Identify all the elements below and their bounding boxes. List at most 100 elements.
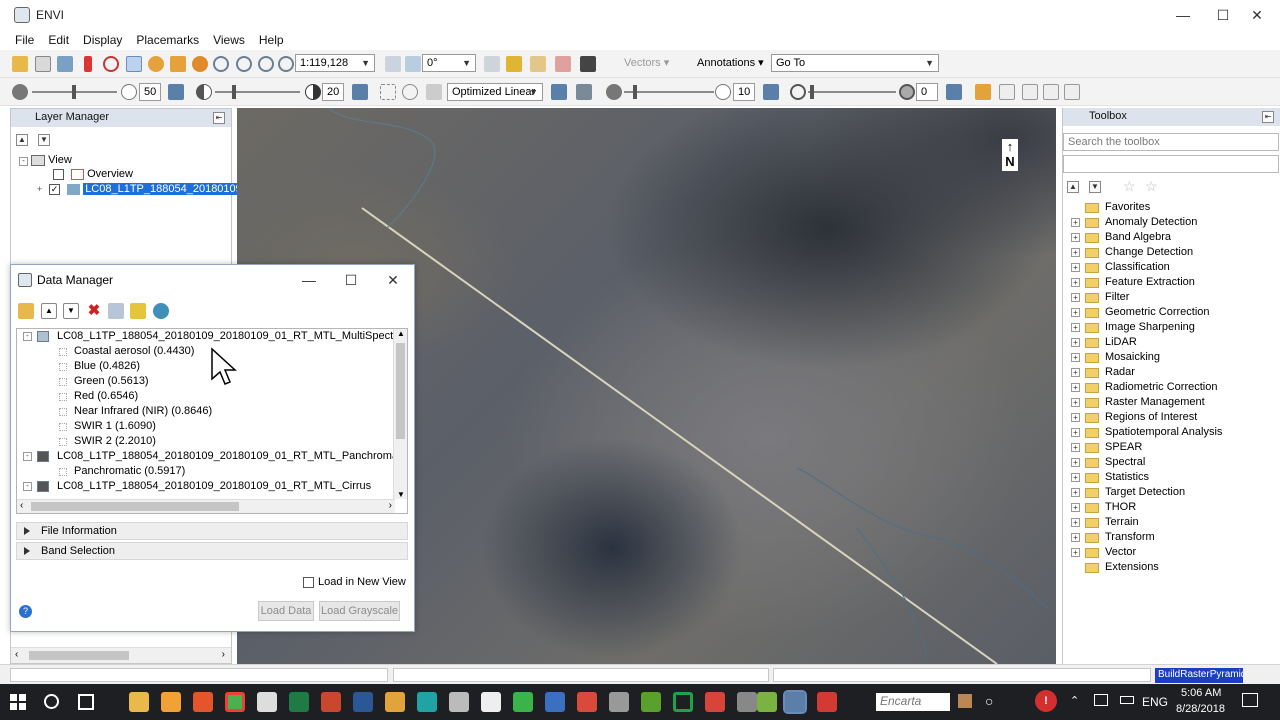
load-grayscale-button[interactable]: Load Grayscale	[319, 601, 400, 621]
contrast-field[interactable]: 20	[322, 83, 344, 101]
excel-icon[interactable]	[289, 692, 309, 712]
collapse-toggle-icon[interactable]: -	[23, 332, 32, 341]
tray-network-icon[interactable]: ○	[985, 693, 993, 709]
tray-display-icon[interactable]	[1094, 694, 1108, 706]
rotate-icon[interactable]	[192, 56, 208, 72]
qgis-icon[interactable]	[641, 692, 661, 712]
profile-icon[interactable]	[506, 56, 522, 72]
collapse-toggle-icon[interactable]: -	[19, 157, 28, 166]
portal-icon[interactable]	[484, 56, 500, 72]
app-red-icon[interactable]	[577, 692, 597, 712]
language-indicator[interactable]: ENG	[1142, 695, 1168, 709]
toolbox-item-radiometric-correction[interactable]: + Radiometric Correction	[1063, 380, 1280, 395]
expand-icon[interactable]: +	[1071, 218, 1080, 227]
recorder-icon[interactable]	[817, 692, 837, 712]
stretch-view-icon[interactable]	[402, 84, 418, 100]
collapse-all-icon[interactable]: ▲	[41, 303, 57, 319]
transparency-slider[interactable]	[808, 91, 896, 93]
data-manager-icon[interactable]	[35, 56, 51, 72]
toolbox-item-regions-of-interest[interactable]: + Regions of Interest	[1063, 410, 1280, 425]
toolbox-search-input[interactable]: Search the toolbox	[1063, 133, 1279, 151]
camtasia-icon[interactable]	[513, 692, 533, 712]
toolbox-item-transform[interactable]: + Transform	[1063, 530, 1280, 545]
expand-icon[interactable]: +	[1071, 278, 1080, 287]
overview-checkbox[interactable]	[53, 168, 64, 180]
go-to-field[interactable]: Go To ▼	[771, 54, 939, 72]
app-green-icon[interactable]	[757, 692, 777, 712]
brightness-field[interactable]: 50	[139, 83, 161, 101]
refresh-app-icon[interactable]	[673, 692, 693, 712]
toolbox-item-target-detection[interactable]: + Target Detection	[1063, 485, 1280, 500]
firefox-icon[interactable]	[193, 692, 213, 712]
battery-icon[interactable]	[1120, 696, 1134, 704]
reset-brightness-icon[interactable]	[168, 84, 184, 100]
reset-contrast-icon[interactable]	[352, 84, 368, 100]
action-center-icon[interactable]	[1242, 693, 1258, 707]
load-in-new-view-option[interactable]: Load in New View	[303, 576, 406, 588]
expand-icon[interactable]: +	[1071, 353, 1080, 362]
layer-tree-view[interactable]: - View	[19, 154, 72, 166]
contrast-slider-thumb[interactable]	[232, 85, 236, 99]
search-app-icon[interactable]	[417, 692, 437, 712]
scroll-right-icon[interactable]: ›	[389, 500, 392, 511]
menu-help[interactable]: Help	[252, 30, 291, 50]
expand-icon[interactable]: +	[1071, 263, 1080, 272]
placemark-icon[interactable]	[84, 56, 92, 72]
toolbox-item-image-sharpening[interactable]: + Image Sharpening	[1063, 320, 1280, 335]
collapse-toggle-icon[interactable]: -	[23, 482, 32, 491]
load-data-button[interactable]: Load Data	[258, 601, 314, 621]
task-view-icon[interactable]	[78, 694, 94, 710]
encarta-search[interactable]: Encarta	[876, 693, 950, 711]
close-button[interactable]: ✕	[1234, 0, 1280, 30]
toolbox-item-anomaly-detection[interactable]: + Anomaly Detection	[1063, 215, 1280, 230]
spectral-profile-icon[interactable]	[530, 56, 546, 72]
tree-vertical-scrollbar[interactable]: ▲ ▼	[393, 329, 407, 499]
app-gray-icon[interactable]	[609, 692, 629, 712]
expand-icon[interactable]: +	[1071, 458, 1080, 467]
layer-tree-overview[interactable]: Overview	[53, 168, 133, 180]
expand-icon[interactable]: +	[1071, 503, 1080, 512]
toolbox-item-band-algebra[interactable]: + Band Algebra	[1063, 230, 1280, 245]
expand-icon[interactable]: +	[1071, 338, 1080, 347]
raster-checkbox[interactable]: ✓	[49, 183, 61, 195]
expand-icon[interactable]: +	[1071, 308, 1080, 317]
crosshair-icon[interactable]	[103, 56, 119, 72]
expand-icon[interactable]: +	[1071, 548, 1080, 557]
layer-tree-raster[interactable]: + ✓ LC08_L1TP_188054_20180109	[37, 183, 244, 195]
pan-icon[interactable]	[148, 56, 164, 72]
tile-views-icon[interactable]	[1064, 84, 1080, 100]
notification-alert-icon[interactable]: !	[1035, 690, 1057, 712]
expand-icon[interactable]: +	[1071, 518, 1080, 527]
sharpen-slider[interactable]	[624, 91, 714, 93]
mail-icon[interactable]	[481, 692, 501, 712]
collapse-toggle-icon[interactable]: -	[23, 452, 32, 461]
select-arrow-icon[interactable]	[126, 56, 142, 72]
expand-icon[interactable]: +	[1071, 248, 1080, 257]
collapse-all-icon[interactable]: ▲	[1067, 181, 1079, 193]
expand-icon[interactable]: +	[1071, 473, 1080, 482]
tree-horizontal-scrollbar[interactable]: ‹ ›	[17, 499, 395, 513]
toolbox-item-change-detection[interactable]: + Change Detection	[1063, 245, 1280, 260]
chip-view-icon[interactable]	[57, 56, 73, 72]
brightness-slider-thumb[interactable]	[72, 85, 76, 99]
toolbox-item-vector[interactable]: + Vector	[1063, 545, 1280, 560]
expand-icon[interactable]: +	[1071, 413, 1080, 422]
toolbox-item-spatiotemporal-analysis[interactable]: + Spatiotemporal Analysis	[1063, 425, 1280, 440]
expand-icon[interactable]: +	[1071, 383, 1080, 392]
file-explorer-icon[interactable]	[129, 692, 149, 712]
cortana-icon[interactable]	[44, 694, 59, 709]
add-favorite-icon[interactable]: ☆	[1123, 178, 1136, 195]
collapse-all-icon[interactable]: ▲	[16, 134, 28, 146]
toolbox-item-spear[interactable]: + SPEAR	[1063, 440, 1280, 455]
messenger-icon[interactable]	[257, 692, 277, 712]
stretch-region-icon[interactable]	[380, 84, 396, 100]
menu-file[interactable]: File	[8, 30, 41, 50]
calculator-icon[interactable]	[449, 692, 469, 712]
toolbox-search-results[interactable]	[1063, 155, 1279, 173]
zoom-icon[interactable]	[213, 56, 229, 72]
view-layout-icon[interactable]	[999, 84, 1015, 100]
layer-manager-hscroll[interactable]: ‹ ›	[11, 647, 231, 663]
remove-favorite-icon[interactable]: ☆	[1145, 178, 1158, 195]
toolbox-item-terrain[interactable]: + Terrain	[1063, 515, 1280, 530]
help-icon[interactable]: ?	[19, 605, 32, 618]
